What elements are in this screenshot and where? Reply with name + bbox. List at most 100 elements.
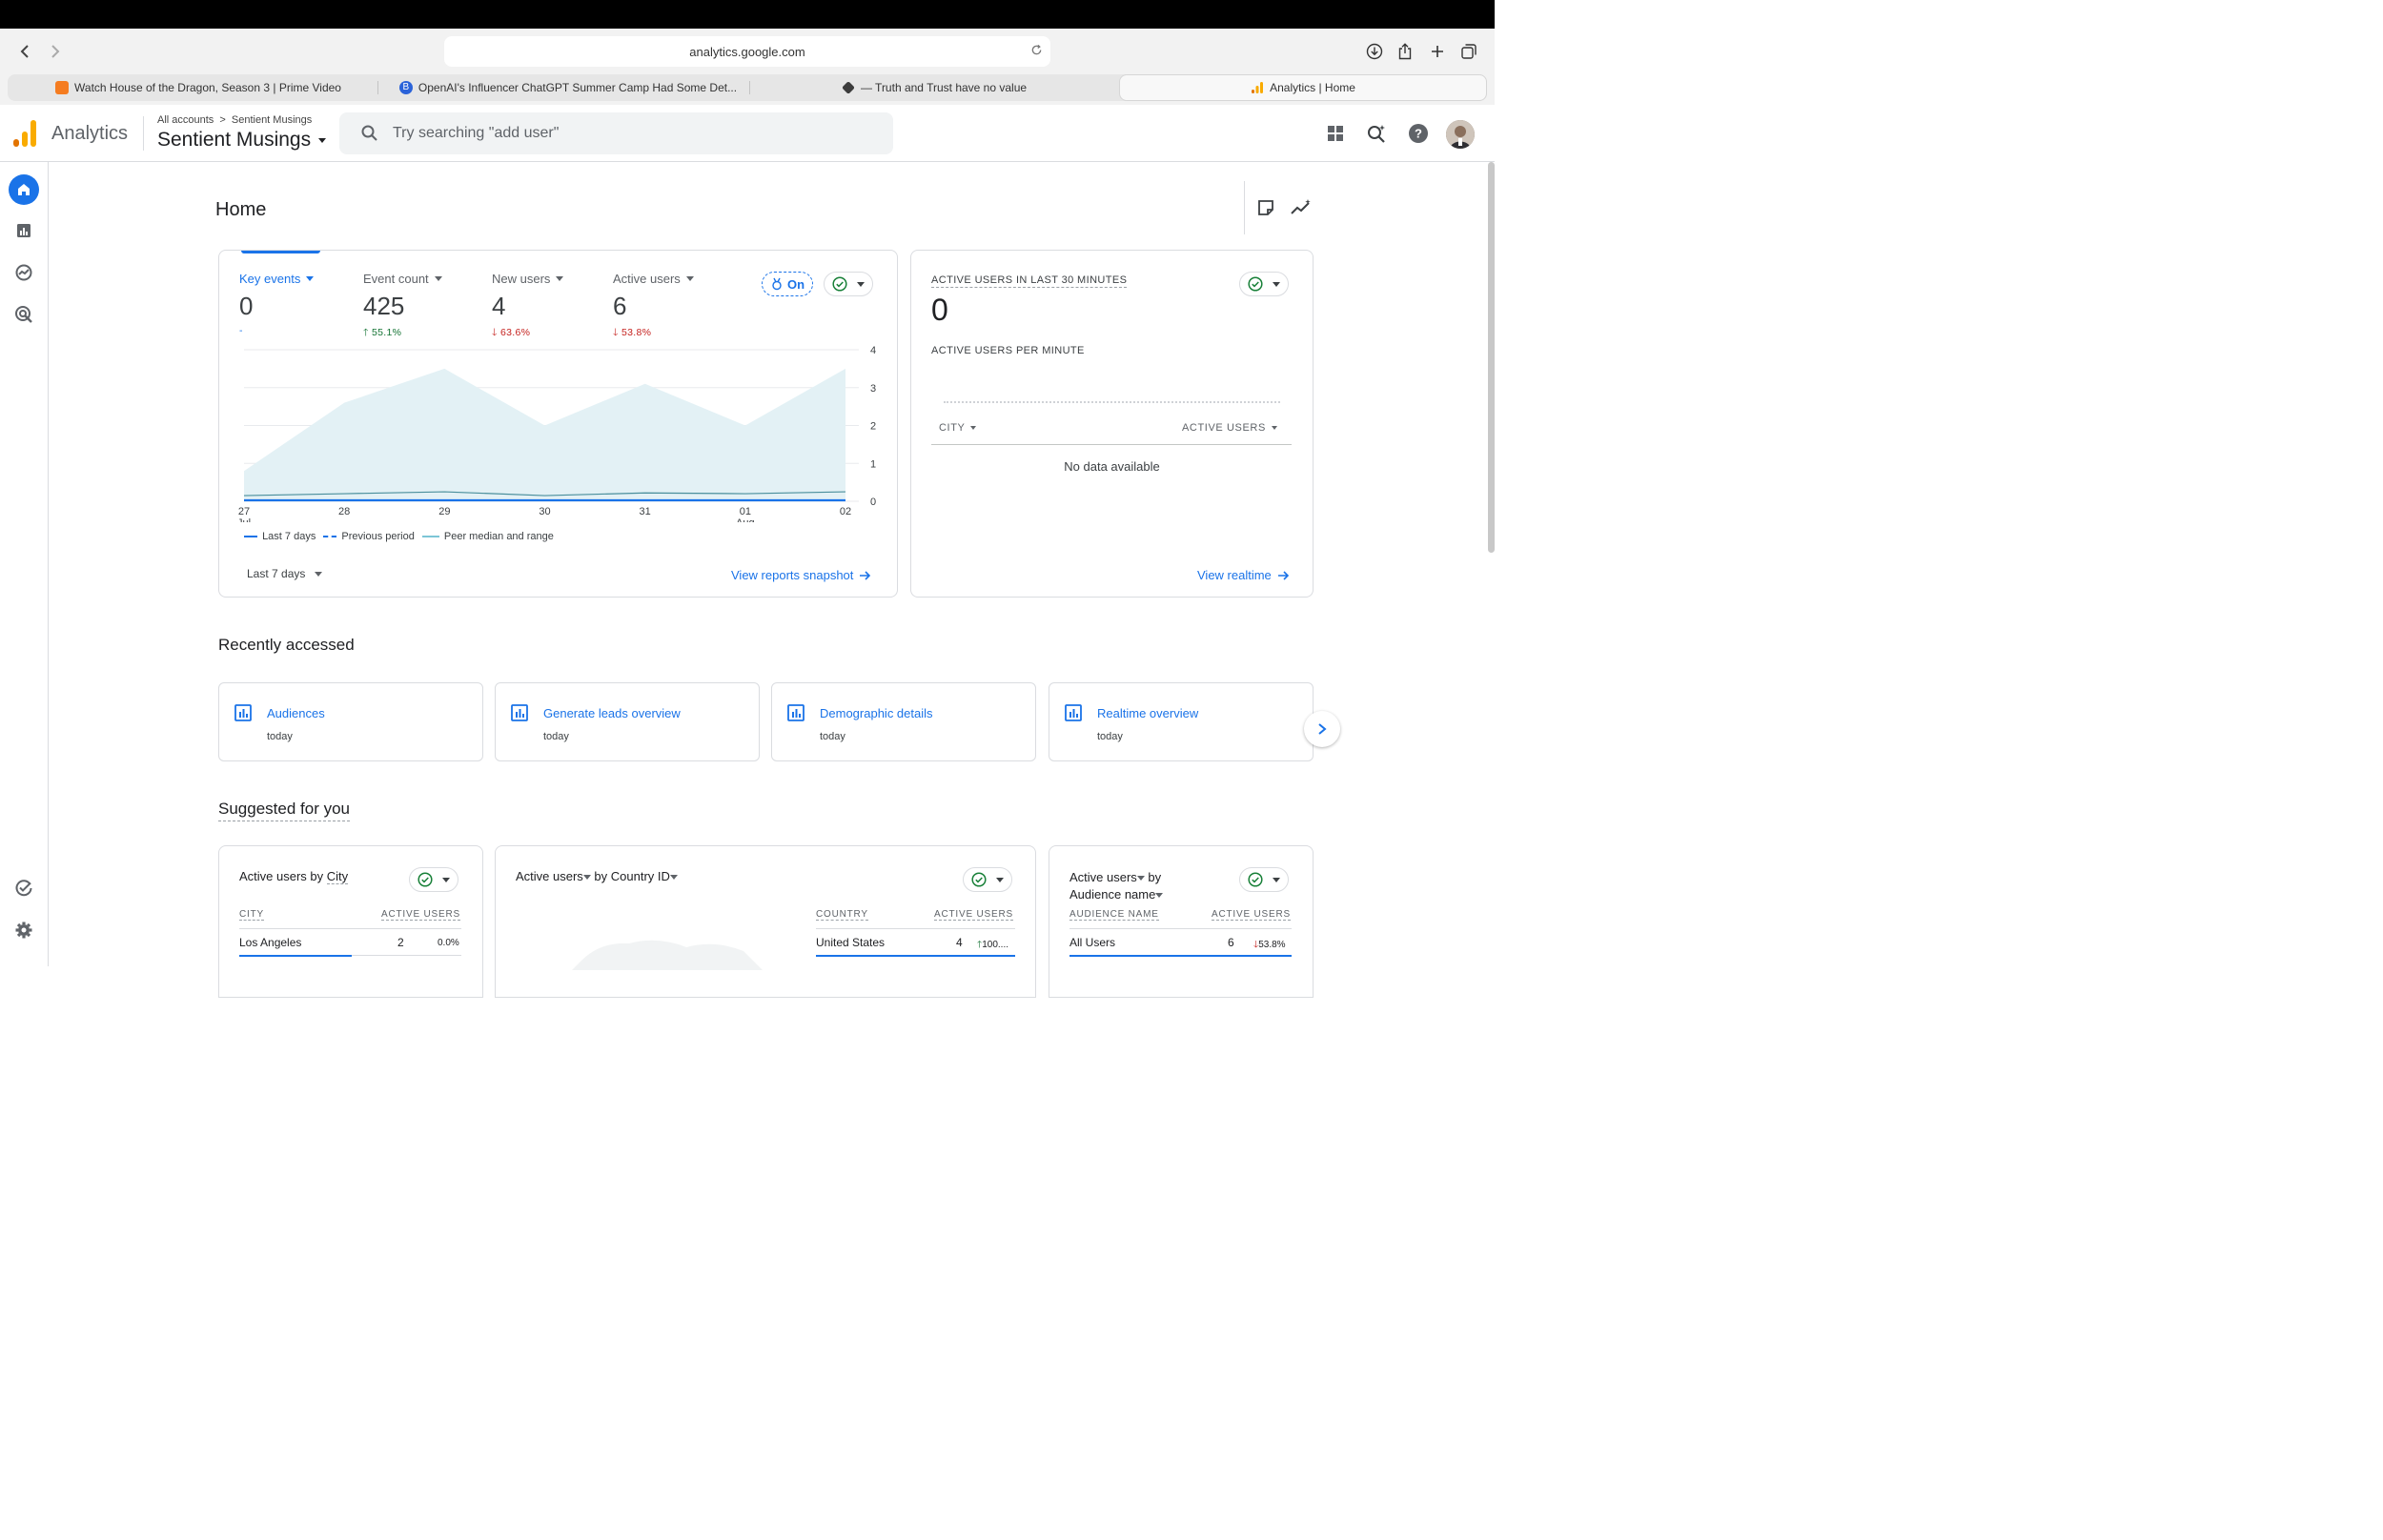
chevron-down-icon bbox=[1136, 876, 1145, 881]
chevron-down-icon bbox=[315, 571, 323, 577]
arrow-right-icon bbox=[860, 570, 871, 580]
nav-home[interactable] bbox=[9, 174, 39, 205]
avatar[interactable] bbox=[1446, 120, 1475, 149]
tab-openai-article[interactable]: B OpenAI's Influencer ChatGPT Summer Cam… bbox=[377, 74, 759, 101]
analytics-logo-icon[interactable] bbox=[13, 120, 36, 147]
property-selector[interactable]: Sentient Musings bbox=[157, 129, 326, 152]
city-column-header[interactable]: CITY bbox=[939, 422, 977, 434]
chevron-down-icon bbox=[434, 276, 442, 281]
table-row-name[interactable]: Los Angeles bbox=[239, 936, 301, 949]
metric-new-users[interactable]: New users 4 🡓 63.6% bbox=[492, 272, 564, 342]
table-row-name[interactable]: All Users bbox=[1069, 936, 1115, 949]
tab-bar: Watch House of the Dragon, Season 3 | Pr… bbox=[0, 74, 1495, 105]
search-bar[interactable] bbox=[339, 112, 893, 154]
chevron-down-icon bbox=[1273, 877, 1280, 882]
chart-legend: Last 7 days Previous period Peer median … bbox=[244, 531, 554, 542]
legend-item-last-7-days: Last 7 days bbox=[244, 531, 316, 542]
share-icon[interactable] bbox=[1395, 42, 1415, 61]
table-divider bbox=[931, 444, 1292, 445]
metric-active-users[interactable]: Active users 6 🡓 53.8% bbox=[613, 272, 694, 342]
data-quality-menu[interactable] bbox=[409, 867, 458, 892]
per-minute-label: ACTIVE USERS PER MINUTE bbox=[931, 345, 1085, 356]
carousel-next-button[interactable] bbox=[1304, 711, 1340, 747]
table-row-name[interactable]: United States bbox=[816, 936, 885, 949]
realtime-value: 0 bbox=[931, 293, 948, 327]
download-icon[interactable] bbox=[1365, 42, 1384, 61]
table-row-delta: 🡑100.... bbox=[977, 940, 1009, 950]
view-reports-snapshot-link[interactable]: View reports snapshot bbox=[731, 568, 871, 582]
recent-item-time: today bbox=[820, 731, 845, 742]
table-divider bbox=[1069, 928, 1292, 929]
app-name: Analytics bbox=[51, 123, 129, 144]
forward-icon[interactable] bbox=[44, 40, 67, 63]
search-input[interactable] bbox=[393, 122, 869, 145]
breadcrumb[interactable]: All accounts > Sentient Musings bbox=[157, 114, 312, 126]
apps-grid-icon[interactable] bbox=[1323, 121, 1348, 146]
y-tick-label: 1 bbox=[870, 458, 876, 470]
recent-item-audiences[interactable]: Audiences today bbox=[218, 682, 483, 761]
tab-analytics-home[interactable]: Analytics | Home bbox=[1119, 74, 1487, 101]
nav-configure[interactable] bbox=[9, 873, 39, 903]
chevron-down-icon bbox=[442, 877, 450, 882]
recent-item-realtime-overview[interactable]: Realtime overview today bbox=[1049, 682, 1314, 761]
search-insights-icon[interactable] bbox=[1364, 121, 1389, 146]
data-quality-menu[interactable] bbox=[1239, 867, 1289, 892]
recent-item-demographic-details[interactable]: Demographic details today bbox=[771, 682, 1036, 761]
data-quality-menu[interactable] bbox=[1239, 272, 1289, 296]
metric-key-events[interactable]: Key events 0 - bbox=[239, 272, 315, 336]
suggested-card-country: Active users by Country ID COUNTRY ACTIV… bbox=[495, 845, 1036, 998]
check-circle-icon bbox=[1248, 872, 1263, 887]
tab-title: Watch House of the Dragon, Season 3 | Pr… bbox=[74, 81, 341, 94]
on-badge-label: On bbox=[787, 276, 805, 292]
table-divider bbox=[816, 928, 1015, 929]
nav-admin[interactable] bbox=[9, 915, 39, 945]
notes-icon[interactable] bbox=[1256, 198, 1275, 222]
realtime-card: ACTIVE USERS IN LAST 30 MINUTES 0 ACTIVE… bbox=[910, 250, 1314, 598]
page-title: Home bbox=[215, 199, 267, 220]
data-quality-menu[interactable] bbox=[824, 272, 873, 296]
breadcrumb-root[interactable]: All accounts bbox=[157, 114, 214, 126]
tab-prime-video[interactable]: Watch House of the Dragon, Season 3 | Pr… bbox=[8, 74, 389, 101]
address-bar[interactable]: analytics.google.com bbox=[444, 36, 1050, 67]
insights-icon[interactable] bbox=[1290, 198, 1313, 222]
data-quality-menu[interactable] bbox=[963, 867, 1012, 892]
empty-state: No data available bbox=[1064, 459, 1160, 474]
tab-overview-icon[interactable] bbox=[1459, 42, 1478, 61]
breadcrumb-child[interactable]: Sentient Musings bbox=[232, 114, 312, 126]
tab-truth-and-trust[interactable]: — Truth and Trust have no value bbox=[749, 74, 1119, 101]
report-chart-icon bbox=[1065, 704, 1082, 721]
nav-reports[interactable] bbox=[9, 215, 39, 246]
link-label: View reports snapshot bbox=[731, 568, 854, 582]
recent-item-generate-leads[interactable]: Generate leads overview today bbox=[495, 682, 760, 761]
view-realtime-link[interactable]: View realtime bbox=[1197, 568, 1290, 582]
date-range-selector[interactable]: Last 7 days bbox=[247, 567, 323, 580]
report-chart-icon bbox=[511, 704, 528, 721]
nav-explore[interactable] bbox=[9, 257, 39, 288]
help-icon[interactable]: ? bbox=[1406, 121, 1431, 146]
metric-value: 425 bbox=[363, 292, 405, 320]
metric-event-count[interactable]: Event count 425 🡑 55.1% bbox=[363, 272, 442, 342]
back-icon[interactable] bbox=[13, 40, 36, 63]
chevron-down-icon bbox=[857, 281, 865, 287]
x-tick-label: 31 bbox=[640, 506, 651, 517]
reload-icon[interactable] bbox=[1030, 44, 1043, 59]
row-value-bar bbox=[1069, 955, 1292, 957]
date-range-label: Last 7 days bbox=[247, 567, 306, 580]
cube-favicon-icon bbox=[842, 81, 855, 94]
arrow-right-icon bbox=[1277, 570, 1289, 580]
recent-item-title: Audiences bbox=[267, 706, 325, 720]
nav-advertising[interactable] bbox=[9, 299, 39, 330]
chevron-down-icon bbox=[556, 276, 564, 281]
active-users-column-header[interactable]: ACTIVE USERS bbox=[1182, 422, 1277, 434]
column-header-country: COUNTRY bbox=[816, 909, 868, 921]
report-chart-icon bbox=[234, 704, 252, 721]
metric-label: New users bbox=[492, 272, 564, 286]
gear-icon bbox=[15, 922, 32, 939]
benchmarking-toggle[interactable]: On bbox=[762, 272, 814, 296]
new-tab-icon[interactable] bbox=[1428, 42, 1447, 61]
search-icon bbox=[361, 125, 377, 141]
x-tick-label: 28 bbox=[338, 506, 350, 517]
chevron-down-icon bbox=[1155, 893, 1164, 899]
page-scrollbar[interactable] bbox=[1488, 162, 1495, 553]
recently-accessed-title: Recently accessed bbox=[218, 636, 355, 654]
